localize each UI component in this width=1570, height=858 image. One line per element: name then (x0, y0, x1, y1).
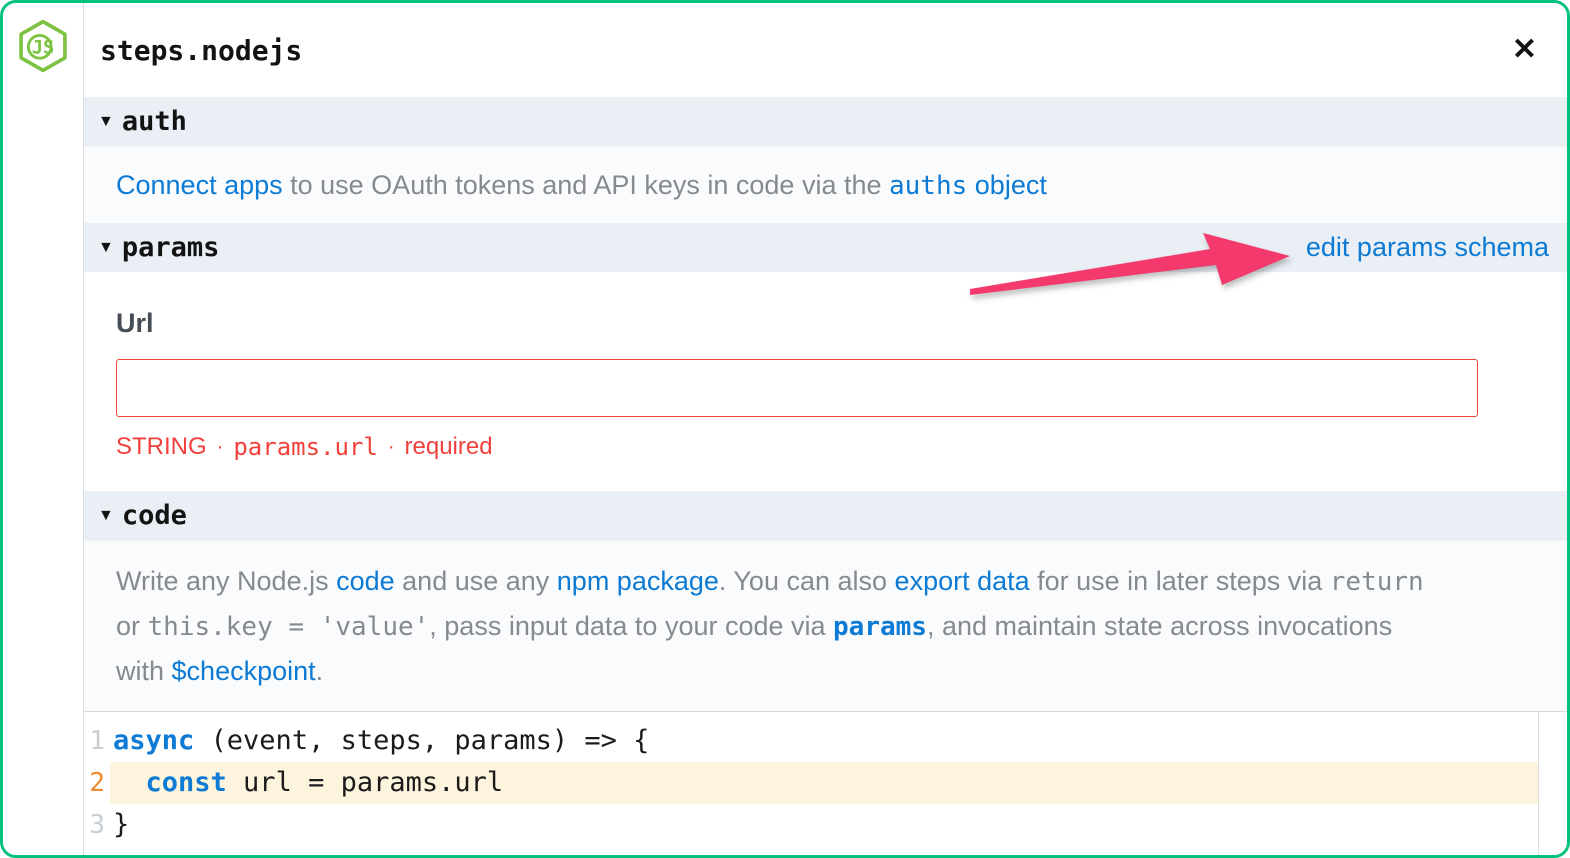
hint-separator: · (388, 436, 395, 459)
auths-object-link[interactable]: object (967, 170, 1047, 200)
params-link[interactable]: params (833, 612, 927, 642)
code-desc-text: . You can also (719, 566, 895, 596)
code-token: url = params.url (227, 767, 503, 798)
code-description-line2: or this.key = 'value', pass input data t… (116, 604, 1507, 649)
code-section-header[interactable]: ▼ code (84, 491, 1567, 540)
code-line-1[interactable]: 1 async (event, steps, params) => { (84, 720, 1567, 762)
step-titlebar: steps.nodejs ✕ (84, 3, 1567, 97)
line-number: 3 (84, 810, 110, 840)
step-sidebar: JS (3, 3, 84, 855)
step-main-panel: steps.nodejs ✕ ▼ auth Connect apps to us… (84, 3, 1567, 855)
keyword-token: async (113, 725, 194, 756)
svg-text:JS: JS (32, 37, 54, 58)
code-token: } (113, 809, 129, 840)
checkpoint-link[interactable]: $checkpoint (172, 656, 316, 686)
url-field-label: Url (116, 308, 1567, 339)
code-line-2[interactable]: 2 const url = params.url (84, 762, 1567, 804)
code-desc-text: , pass input data to your code via (429, 611, 833, 641)
auth-section-header[interactable]: ▼ auth (84, 97, 1567, 146)
collapse-triangle-icon[interactable]: ▼ (98, 507, 114, 525)
nodejs-logo-icon: JS (17, 18, 69, 74)
connect-apps-link[interactable]: Connect apps (116, 170, 283, 200)
url-field-hint: STRING · params.url · required (116, 433, 1567, 461)
this-key-code-text: this.key = 'value' (148, 612, 430, 642)
code-desc-text: with (116, 656, 172, 686)
collapse-triangle-icon[interactable]: ▼ (98, 239, 114, 257)
keyword-token: const (146, 767, 227, 798)
hint-required: required (405, 433, 493, 461)
export-data-link[interactable]: export data (895, 566, 1030, 596)
code-desc-text: . (316, 656, 324, 686)
auths-object-link-mono[interactable]: auths (889, 171, 967, 201)
code-desc-text: for use in later steps via (1030, 566, 1330, 596)
hint-type: STRING (116, 433, 207, 461)
line-number-active: 2 (84, 768, 110, 798)
code-line-3[interactable]: 3 } (84, 804, 1567, 846)
line-number: 1 (84, 726, 110, 756)
params-section-header[interactable]: ▼ params edit params schema (84, 223, 1567, 272)
code-desc-text: , and maintain state across invocations (927, 611, 1392, 641)
return-code-text: return (1330, 567, 1424, 597)
auth-description-text: to use OAuth tokens and API keys in code… (283, 170, 889, 200)
npm-package-link[interactable]: npm package (557, 566, 719, 596)
code-description-line1: Write any Node.js code and use any npm p… (116, 559, 1507, 604)
hint-separator: · (217, 436, 224, 459)
edit-params-schema-link[interactable]: edit params schema (1306, 232, 1549, 263)
editor-scrollbar-divider (1538, 712, 1539, 855)
code-editor[interactable]: 1 async (event, steps, params) => { 2 co… (84, 711, 1567, 855)
code-desc-text: and use any (395, 566, 557, 596)
auth-description: Connect apps to use OAuth tokens and API… (84, 146, 1567, 223)
code-desc-text: Write any Node.js (116, 566, 336, 596)
hint-path: params.url (233, 433, 378, 461)
url-input[interactable] (116, 359, 1478, 417)
step-editor-window: JS steps.nodejs ✕ ▼ auth Connect apps to… (0, 0, 1570, 858)
step-title: steps.nodejs (100, 34, 302, 67)
code-desc-text: or (116, 611, 148, 641)
params-body: Url STRING · params.url · required (84, 272, 1567, 491)
code-docs-link[interactable]: code (336, 566, 395, 596)
code-description: Write any Node.js code and use any npm p… (84, 540, 1567, 711)
code-description-line3: with $checkpoint. (116, 649, 1507, 693)
auth-section-label: auth (122, 106, 187, 137)
params-section-label: params (122, 232, 220, 263)
close-icon[interactable]: ✕ (1512, 35, 1537, 65)
code-token: (event, steps, params) => { (194, 725, 649, 756)
code-section-label: code (122, 500, 187, 531)
collapse-triangle-icon[interactable]: ▼ (98, 113, 114, 131)
